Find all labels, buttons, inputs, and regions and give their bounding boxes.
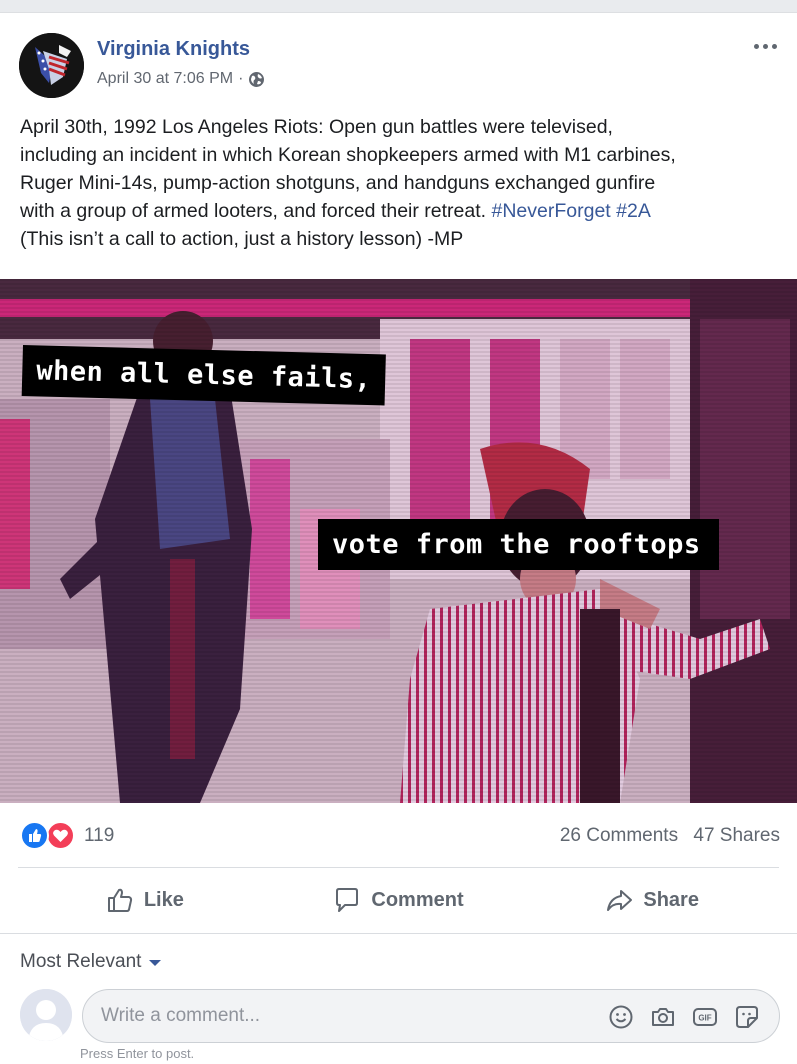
post-meta: April 30 at 7:06 PM · (97, 70, 265, 88)
caret-down-icon (149, 960, 162, 966)
caption-line: Ruger Mini-14s, pump-action shotguns, an… (20, 172, 656, 194)
like-button[interactable]: Like (18, 869, 272, 931)
sticker-icon[interactable] (733, 1003, 761, 1031)
caption-line-with-hashtags: with a group of armed looters, and force… (20, 197, 785, 225)
comment-label: Comment (371, 888, 464, 911)
hashtag-link-2a[interactable]: #2A (616, 200, 651, 222)
user-avatar[interactable] (20, 989, 72, 1041)
caption-line: (This isn’t a call to action, just a his… (20, 228, 464, 250)
comments-count-link[interactable]: 26 Comments (560, 825, 678, 846)
share-arrow-icon (605, 886, 633, 914)
post-timestamp[interactable]: April 30 at 7:06 PM (97, 70, 233, 88)
speech-bubble-icon (333, 886, 361, 914)
action-bar: Like Comment Share (18, 869, 779, 931)
love-reaction-icon (46, 821, 75, 850)
reaction-count[interactable]: 119 (84, 825, 114, 847)
page-name-link[interactable]: Virginia Knights (97, 38, 250, 61)
hashtag-link-neverforget[interactable]: #NeverForget (492, 200, 611, 222)
caption-line: April 30th, 1992 Los Angeles Riots: Open… (20, 116, 613, 138)
emoji-icon[interactable] (607, 1003, 635, 1031)
divider (18, 867, 779, 868)
post-image[interactable]: when all else fails, vote from the rooft… (0, 279, 797, 803)
sort-label: Most Relevant (20, 951, 142, 972)
post-card: Virginia Knights April 30 at 7:06 PM · A… (0, 12, 797, 1064)
caption-line: with a group of armed looters, and force… (20, 200, 492, 222)
meta-separator: · (238, 70, 244, 87)
engagement-summary: 119 26 Comments 47 Shares (20, 819, 780, 853)
comment-button[interactable]: Comment (272, 869, 526, 931)
comment-composer: GIF (82, 989, 780, 1043)
svg-text:GIF: GIF (698, 1014, 711, 1023)
camera-icon[interactable] (649, 1003, 677, 1031)
more-options-icon[interactable] (751, 39, 779, 53)
reaction-icons[interactable] (20, 821, 78, 851)
meme-caption-bottom: vote from the rooftops (318, 519, 719, 570)
comment-share-counts: 26 Comments 47 Shares (560, 825, 780, 847)
shares-count-link[interactable]: 47 Shares (693, 825, 780, 846)
gif-icon[interactable]: GIF (691, 1003, 719, 1031)
share-button[interactable]: Share (525, 869, 779, 931)
press-enter-hint: Press Enter to post. (80, 1046, 195, 1061)
comment-tools: GIF (607, 1003, 761, 1031)
share-label: Share (643, 888, 699, 911)
like-label: Like (143, 888, 184, 911)
meme-caption-top: when all else fails, (21, 345, 386, 406)
comment-sort-dropdown[interactable]: Most Relevant (20, 951, 162, 973)
post-caption: April 30th, 1992 Los Angeles Riots: Open… (20, 113, 785, 253)
post-header: Virginia Knights April 30 at 7:06 PM · (19, 33, 779, 99)
page-avatar[interactable] (19, 33, 84, 98)
like-reaction-icon (20, 821, 49, 850)
comment-input[interactable] (101, 990, 571, 1042)
thumbs-up-icon (106, 886, 134, 914)
comments-divider (0, 933, 797, 934)
caption-line: including an incident in which Korean sh… (20, 144, 676, 166)
globe-icon[interactable] (248, 71, 265, 88)
